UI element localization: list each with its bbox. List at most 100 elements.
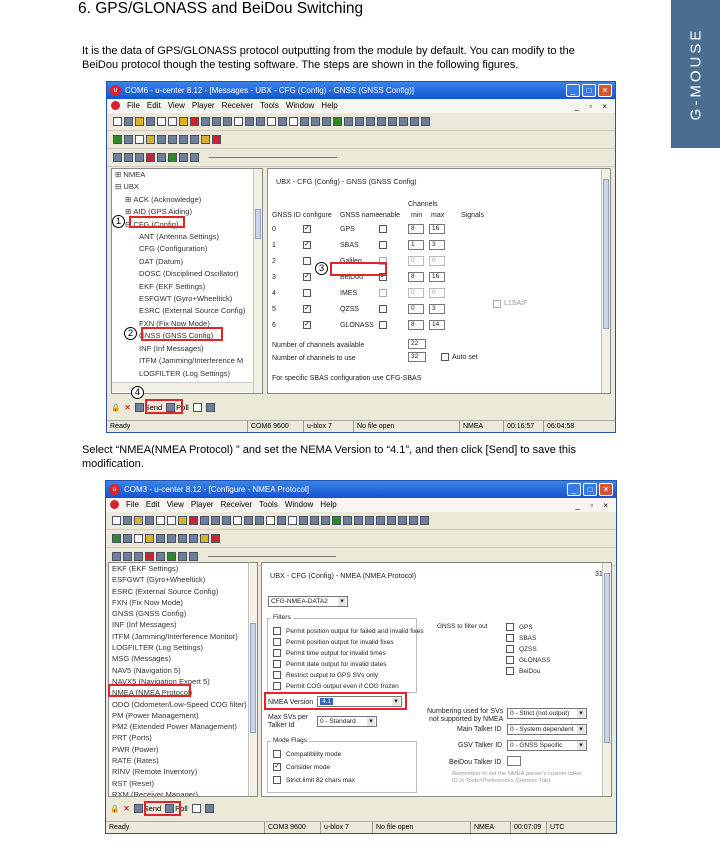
menu-receiver[interactable]: Receiver xyxy=(221,498,253,512)
cut-icon[interactable] xyxy=(156,516,165,525)
view7-icon[interactable] xyxy=(266,516,275,525)
view9-icon[interactable] xyxy=(288,516,297,525)
auto-set-checkbox[interactable] xyxy=(441,353,449,361)
tree-item[interactable]: RST (Reset) xyxy=(112,778,257,789)
min-channels-field[interactable]: 0 xyxy=(408,256,424,266)
maximize-button[interactable]: □ xyxy=(583,483,597,496)
max-svs-select[interactable]: 0 - Standard xyxy=(317,716,377,727)
pause-icon[interactable] xyxy=(134,552,143,561)
tools-icon[interactable] xyxy=(192,403,202,412)
tree-item[interactable]: ANT (Antenna Settings) xyxy=(115,231,262,243)
view2-icon[interactable] xyxy=(212,117,221,126)
view12-icon[interactable] xyxy=(344,117,353,126)
camera-icon[interactable] xyxy=(205,403,215,412)
connection-icon[interactable] xyxy=(112,534,121,543)
tree-item[interactable]: ESRC (External Source Config) xyxy=(112,586,257,597)
view10-icon[interactable] xyxy=(322,117,331,126)
step-icon[interactable] xyxy=(156,552,165,561)
beidou-talker-field[interactable] xyxy=(507,756,521,766)
minimize-button[interactable]: _ xyxy=(566,84,580,97)
menu-player[interactable]: Player xyxy=(192,99,215,113)
max-channels-field[interactable]: 14 xyxy=(429,320,445,330)
skip-icon[interactable] xyxy=(190,153,199,162)
save-icon[interactable] xyxy=(124,117,133,126)
tools-icon[interactable] xyxy=(191,804,201,813)
msg4-icon[interactable] xyxy=(189,534,198,543)
mode-flag-checkbox[interactable] xyxy=(273,763,281,771)
msg5-icon[interactable] xyxy=(200,534,209,543)
msg1-icon[interactable] xyxy=(157,135,166,144)
channels-available-field[interactable]: 22 xyxy=(408,339,426,349)
filter-checkbox[interactable] xyxy=(273,627,281,635)
tree-scrollbar[interactable] xyxy=(248,563,257,796)
play-icon[interactable] xyxy=(167,552,176,561)
expand-toggle-icon[interactable]: ⊟ xyxy=(115,182,121,191)
stop-icon[interactable] xyxy=(123,552,132,561)
msg2-icon[interactable] xyxy=(168,135,177,144)
view9-icon[interactable] xyxy=(289,117,298,126)
cut-icon[interactable] xyxy=(157,117,166,126)
menu-help[interactable]: Help xyxy=(320,498,336,512)
view10-icon[interactable] xyxy=(321,516,330,525)
view1-icon[interactable] xyxy=(200,516,209,525)
view14-icon[interactable] xyxy=(366,117,375,126)
menu-edit[interactable]: Edit xyxy=(146,498,160,512)
view6-icon[interactable] xyxy=(256,117,265,126)
pen-icon[interactable] xyxy=(311,117,320,126)
tree-item[interactable]: ⊟ UBX xyxy=(115,181,262,193)
gnss-filter-checkbox[interactable] xyxy=(506,645,514,653)
filter-checkbox[interactable] xyxy=(273,638,281,646)
menu-help[interactable]: Help xyxy=(321,99,337,113)
tree-item[interactable]: PWR (Power) xyxy=(112,744,257,755)
filter-checkbox[interactable] xyxy=(273,671,281,679)
view17-icon[interactable] xyxy=(399,117,408,126)
menu-receiver[interactable]: Receiver xyxy=(222,99,254,113)
expand-toggle-icon[interactable]: ⊞ xyxy=(125,207,131,216)
view1-icon[interactable] xyxy=(201,117,210,126)
tree-item[interactable]: INF (Inf Messages) xyxy=(115,343,262,355)
enable-checkbox[interactable] xyxy=(379,241,387,249)
copy-icon[interactable] xyxy=(168,117,177,126)
view19-icon[interactable] xyxy=(420,516,429,525)
view8-icon[interactable] xyxy=(277,516,286,525)
tree-scrollbar[interactable] xyxy=(253,169,262,393)
view11-icon[interactable] xyxy=(333,117,342,126)
gnss-filter-checkbox[interactable] xyxy=(506,656,514,664)
view18-icon[interactable] xyxy=(409,516,418,525)
timeline-slider[interactable] xyxy=(208,556,336,557)
msg6-icon[interactable] xyxy=(211,534,220,543)
tree-item[interactable]: MSG (Messages) xyxy=(112,653,257,664)
view3-icon[interactable] xyxy=(222,516,231,525)
tree-item[interactable]: LOGFILTER (Log Settings) xyxy=(115,368,262,380)
tree-item[interactable]: EKF (EKF Settings) xyxy=(115,281,262,293)
view11-icon[interactable] xyxy=(332,516,341,525)
mode-flag-checkbox[interactable] xyxy=(273,776,281,784)
globe-icon[interactable] xyxy=(299,516,308,525)
configure-checkbox[interactable] xyxy=(303,305,311,313)
globe-icon[interactable] xyxy=(300,117,309,126)
delete-icon[interactable]: ✕ xyxy=(123,801,129,816)
tree-item[interactable]: RINV (Remote Inventory) xyxy=(112,766,257,777)
main-talker-select[interactable]: 0 - System dependent xyxy=(507,724,587,735)
view17-icon[interactable] xyxy=(398,516,407,525)
close-button[interactable]: ✕ xyxy=(598,84,612,97)
min-channels-field[interactable]: 0 xyxy=(408,304,424,314)
max-channels-field[interactable]: 0 xyxy=(429,288,445,298)
gsv-talker-select[interactable]: 0 - GNSS Specific xyxy=(507,740,587,751)
menu-file[interactable]: File xyxy=(127,99,140,113)
baudrate-icon[interactable] xyxy=(124,135,133,144)
menu-tools[interactable]: Tools xyxy=(259,498,278,512)
gnss-filter-checkbox[interactable] xyxy=(506,623,514,631)
view14-icon[interactable] xyxy=(365,516,374,525)
stop-icon[interactable] xyxy=(124,153,133,162)
configure-checkbox[interactable] xyxy=(303,273,311,281)
pen-icon[interactable] xyxy=(310,516,319,525)
camera-icon[interactable] xyxy=(204,804,214,813)
tree-item[interactable]: RXM (Receiver Manager) xyxy=(112,789,257,796)
msg6-icon[interactable] xyxy=(212,135,221,144)
step-icon[interactable] xyxy=(157,153,166,162)
filter-checkbox[interactable] xyxy=(273,682,281,690)
enable-checkbox[interactable] xyxy=(379,321,387,329)
tree-item[interactable]: GNSS (GNSS Config) xyxy=(112,608,257,619)
tree-item[interactable]: ESRC (External Source Config) xyxy=(115,305,262,317)
